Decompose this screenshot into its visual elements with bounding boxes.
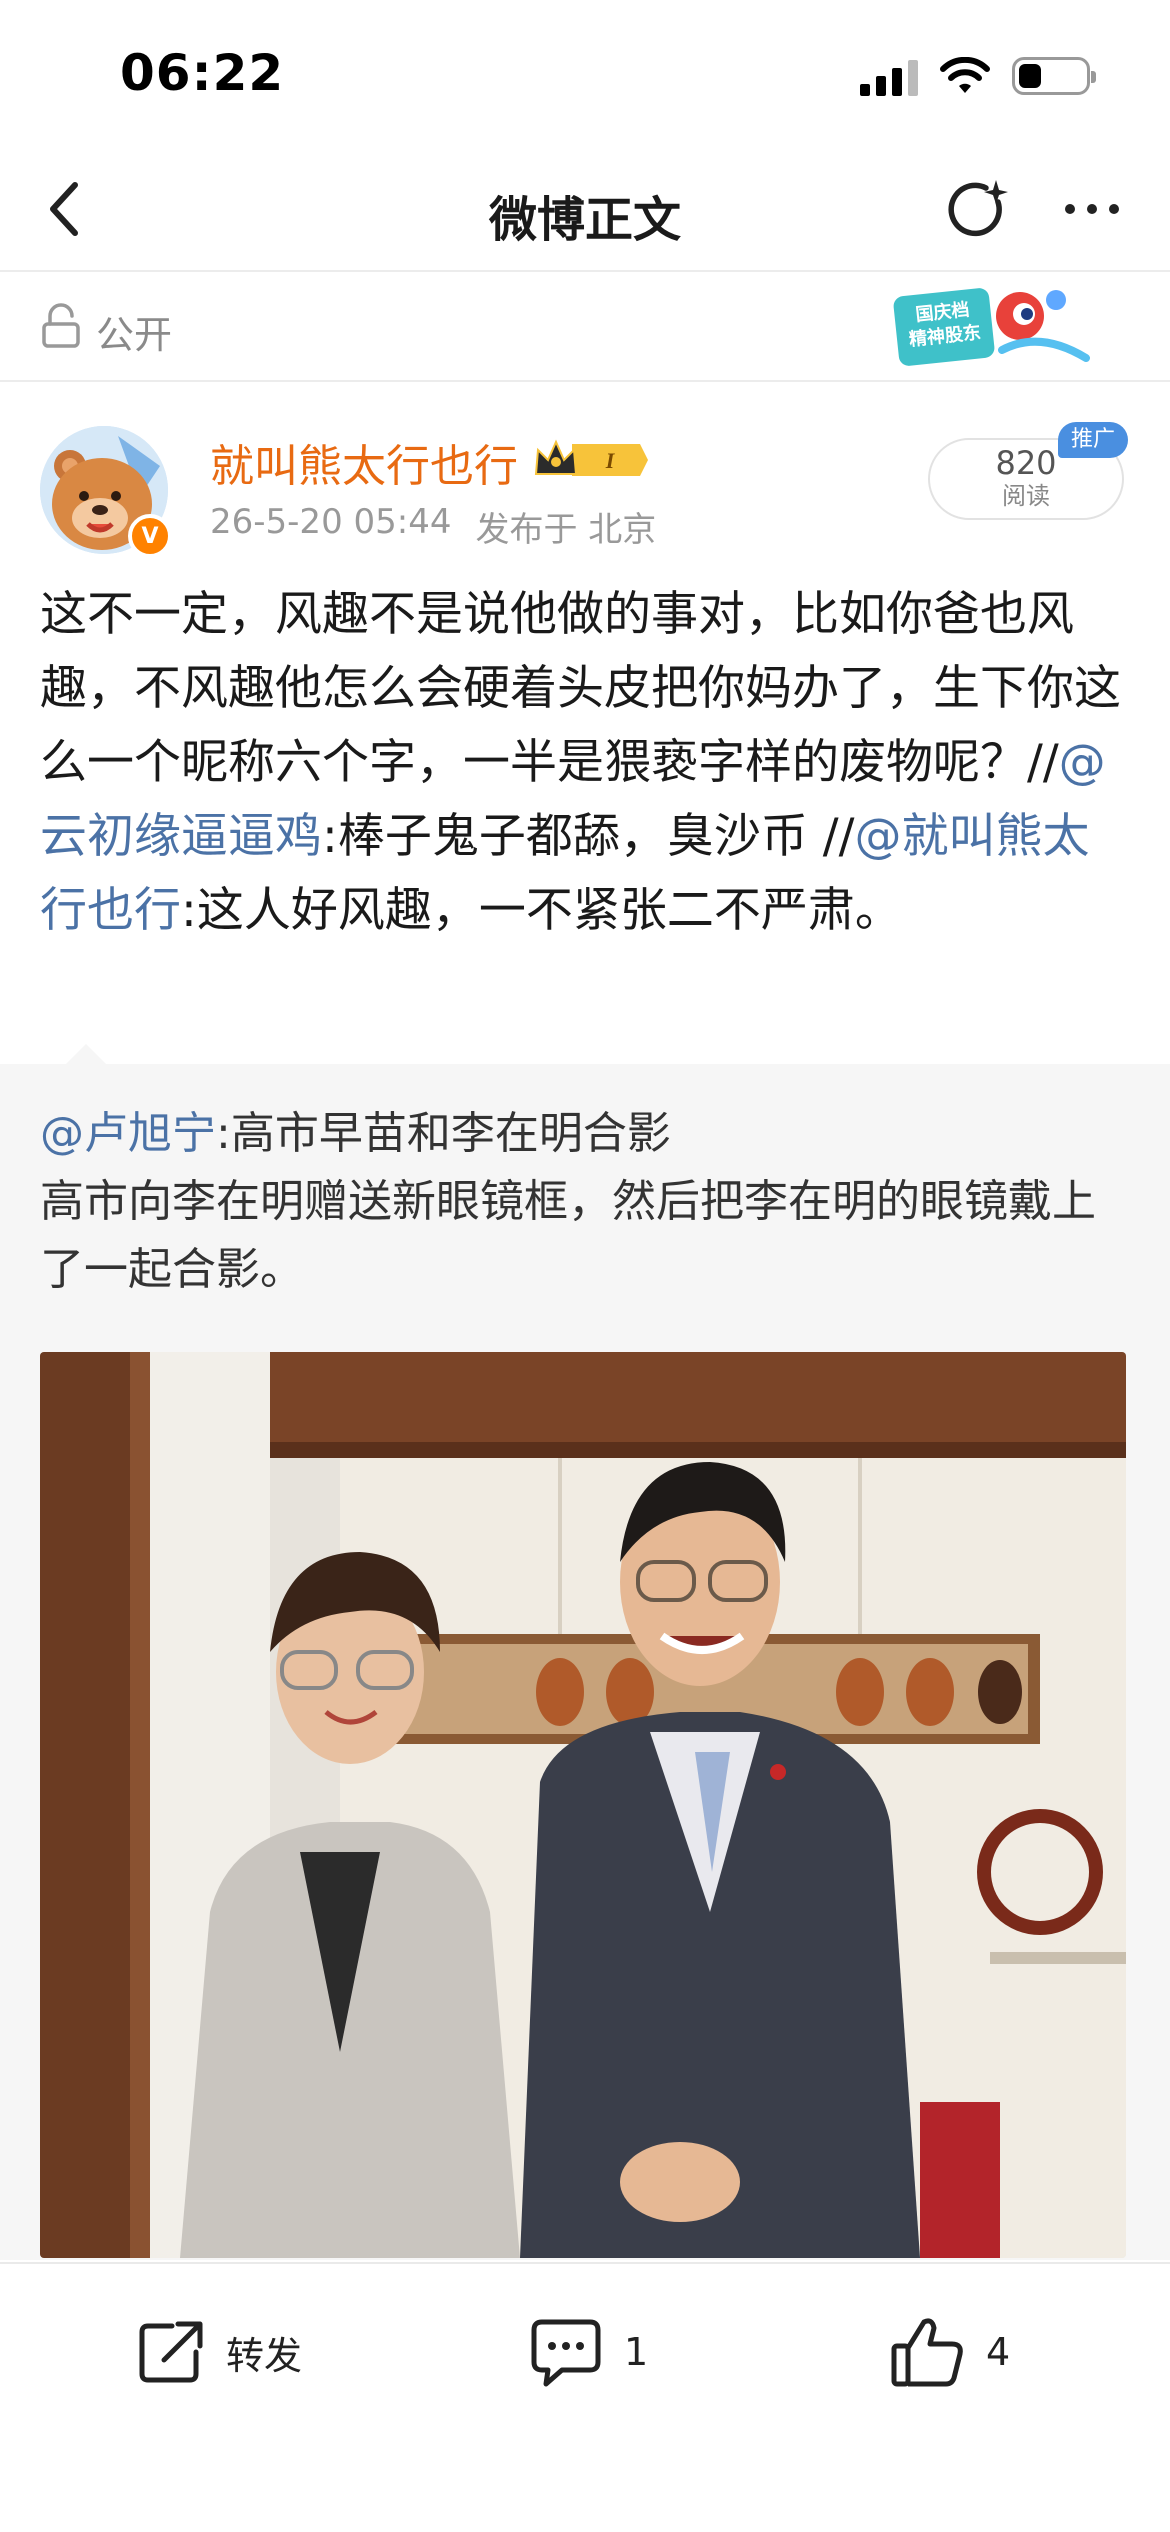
visibility-label: 公开 (96, 313, 173, 357)
username[interactable]: 就叫熊太行也行 (210, 430, 518, 494)
post-timestamp: 26-5-20 05:44 (210, 502, 452, 542)
refresh-icon (948, 180, 1008, 237)
post-text-part: 这不一定，风趣不是说他做的事对，比如你爸也风趣，不风趣他怎么会硬着头皮把你妈办了… (40, 587, 1121, 790)
verified-badge-icon: V (128, 514, 172, 558)
nav-bar: 微博正文 (0, 150, 1170, 272)
photo-illustration (40, 1352, 1126, 2258)
retweet-author-mention[interactable]: @卢旭宁 (40, 1108, 216, 1159)
cellular-signal-icon (860, 56, 918, 96)
repost-button[interactable]: 转发 (134, 2312, 302, 2392)
battery-level (1019, 64, 1042, 88)
status-time: 06:22 (120, 44, 285, 102)
comment-count: 1 (624, 2330, 649, 2374)
battery-icon (1012, 57, 1096, 95)
post-text-part: :棒子鬼子都舔，臭沙币 // (322, 809, 855, 864)
repost-label: 转发 (226, 2333, 303, 2378)
comment-button[interactable]: 1 (528, 2312, 648, 2392)
like-count: 4 (986, 2330, 1011, 2374)
lock-icon (42, 303, 80, 348)
visibility-row: 公开 国庆档 精神股东 (0, 272, 1170, 382)
status-icons (860, 56, 1096, 96)
chevron-left-icon (50, 182, 78, 236)
ad-tag: 推广 (1058, 422, 1128, 458)
retweet-title: @卢旭宁:高市早苗和李在明合影 (40, 1100, 1130, 1168)
more-icon-dot (1087, 204, 1097, 214)
retweet-text: @卢旭宁:高市早苗和李在明合影 高市向李在明赠送新眼镜框，然后把李在明的眼镜戴上… (40, 1100, 1130, 1304)
retweet-photo[interactable] (40, 1352, 1126, 2258)
vip-level-badge[interactable]: I (532, 436, 648, 484)
thumbs-up-icon (891, 2318, 963, 2387)
refresh-button[interactable] (942, 174, 1012, 244)
read-label: 阅读 (1002, 482, 1050, 510)
retweet-title-text: :高市早苗和李在明合影 (216, 1108, 671, 1159)
post-text: 这不一定，风趣不是说他做的事对，比如你爸也风趣，不风趣他怎么会硬着头皮把你妈办了… (40, 578, 1130, 948)
comment-icon (531, 2319, 601, 2387)
post-location: 发布于 北京 (475, 510, 657, 550)
like-button[interactable]: 4 (890, 2312, 1010, 2392)
retweet-notch (64, 1044, 108, 1066)
more-button[interactable] (1052, 174, 1132, 244)
avatar[interactable]: V (40, 426, 172, 558)
wifi-icon (940, 57, 990, 93)
repost-icon (139, 2321, 203, 2383)
vip-level-text: I (605, 448, 616, 473)
retweet-body: 高市向李在明赠送新眼镜框，然后把李在明的眼镜戴上了一起合影。 (40, 1176, 1096, 1295)
bottom-action-bar: 转发 1 4 (0, 2262, 1170, 2532)
post-meta: 26-5-20 05:44 发布于 北京 (210, 502, 656, 551)
more-icon-dot (1109, 204, 1119, 214)
more-icon (1065, 204, 1075, 214)
status-bar: 06:22 (0, 0, 1170, 150)
back-button[interactable] (28, 174, 98, 244)
post-text-part: :这人好风趣，一不紧张二不严肃。 (181, 883, 902, 938)
promo-badge[interactable]: 国庆档 精神股东 (890, 280, 1090, 372)
